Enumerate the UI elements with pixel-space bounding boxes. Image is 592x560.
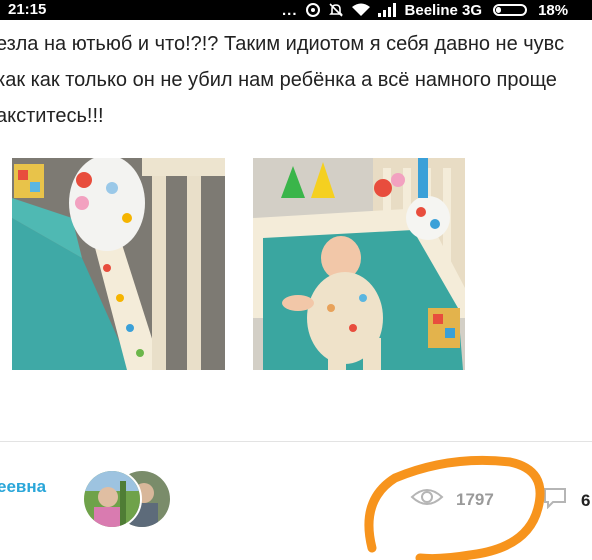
battery-icon bbox=[493, 4, 528, 16]
avatar[interactable] bbox=[82, 469, 142, 529]
views-count: 1797 bbox=[456, 489, 494, 509]
wifi-icon bbox=[351, 1, 371, 19]
status-bar: 21:15 ... Beeline 3G 18% bbox=[0, 0, 592, 20]
crib-photo-toys[interactable] bbox=[12, 158, 225, 370]
footer-divider bbox=[0, 441, 592, 442]
mute-icon bbox=[328, 1, 344, 19]
comment-icon bbox=[543, 487, 567, 514]
post-line: акститесь!!! bbox=[0, 105, 104, 127]
signal-icon bbox=[377, 1, 396, 19]
post-line: как как только он не убил нам ребёнка а … bbox=[0, 69, 557, 91]
comments-count: 6 bbox=[581, 490, 591, 510]
status-time: 21:15 bbox=[8, 1, 47, 18]
post-line: езла на ютьюб и что!?!? Таким идиотом я … bbox=[0, 33, 565, 55]
crib-photo-baby[interactable] bbox=[253, 158, 465, 370]
comments-counter[interactable]: 6 bbox=[543, 487, 590, 514]
post-body: езла на ютьюб и что!?!? Таким идиотом я … bbox=[0, 26, 592, 134]
circle-status-icon bbox=[305, 1, 321, 19]
status-icons: ... Beeline 3G 18% bbox=[282, 1, 568, 19]
eye-icon bbox=[410, 487, 444, 512]
carrier-label: Beeline 3G bbox=[404, 1, 483, 19]
notification-dots-icon: ... bbox=[282, 1, 298, 19]
battery-percent: 18% bbox=[538, 1, 569, 19]
author-name[interactable]: еевна bbox=[0, 477, 46, 497]
views-counter: 1797 bbox=[410, 487, 494, 512]
